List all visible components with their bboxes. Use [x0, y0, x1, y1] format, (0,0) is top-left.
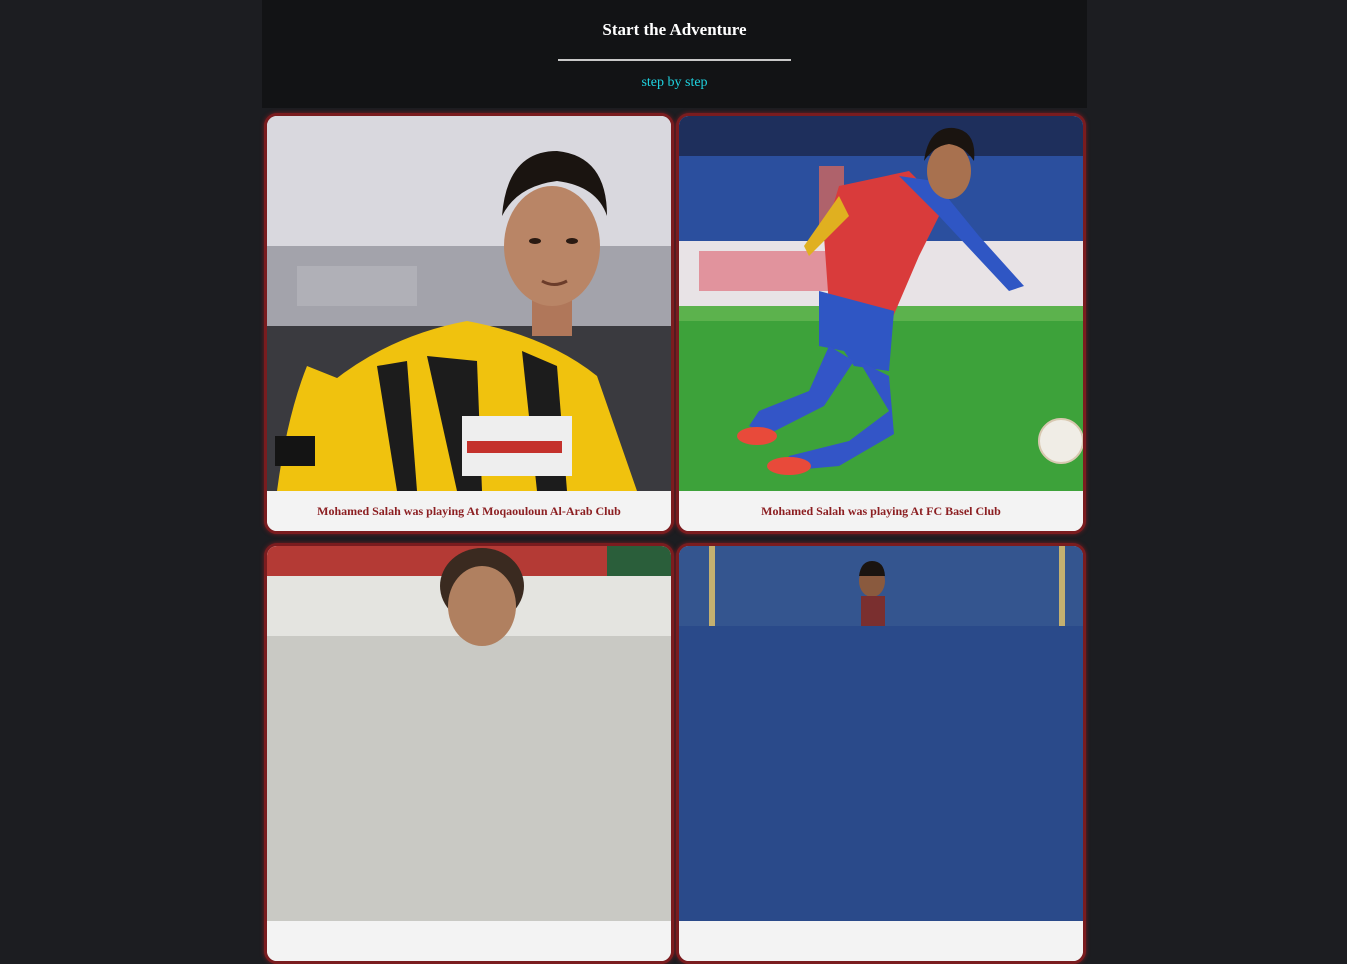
card-caption: Mohamed Salah was playing At FC Basel Cl…: [679, 491, 1083, 531]
gallery-card[interactable]: [264, 543, 674, 964]
page-container: Start the Adventure step by step Mohamed…: [262, 0, 1087, 964]
gallery-card[interactable]: [676, 543, 1086, 964]
card-caption: [679, 921, 1083, 961]
card-caption: [267, 921, 671, 961]
card-caption: Mohamed Salah was playing At Moqaouloun …: [267, 491, 671, 531]
player-photo: [267, 116, 671, 491]
player-photo: [679, 116, 1083, 491]
page-title: Start the Adventure: [602, 20, 747, 39]
page-subtitle: step by step: [641, 75, 708, 90]
gallery-card[interactable]: Mohamed Salah was playing At FC Basel Cl…: [676, 113, 1086, 534]
gallery-card[interactable]: Mohamed Salah was playing At Moqaouloun …: [264, 113, 674, 534]
player-photo: [679, 546, 1083, 921]
player-photo: [267, 546, 671, 921]
header: Start the Adventure step by step: [262, 0, 1087, 108]
header-divider: [558, 59, 791, 61]
